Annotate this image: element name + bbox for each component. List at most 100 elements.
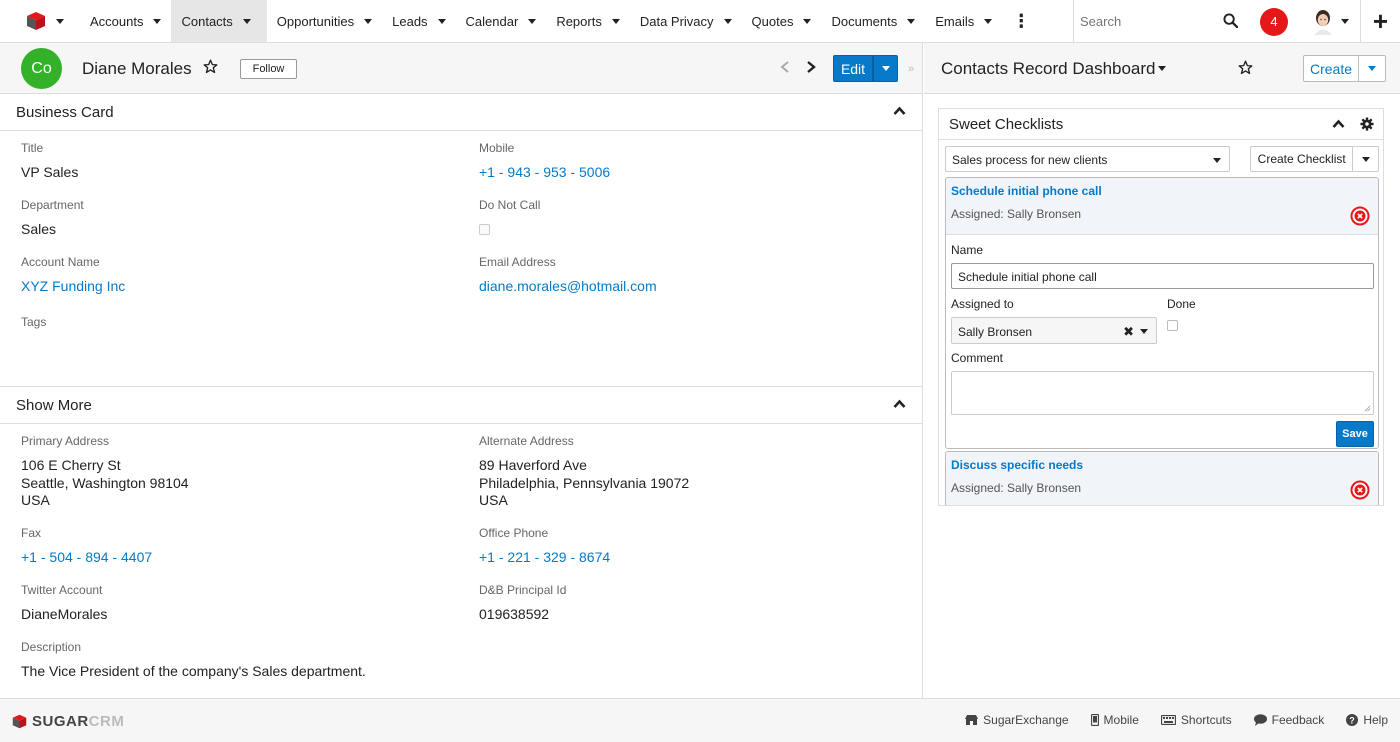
checklist-task: Schedule initial phone call Assigned: Sa… [945,177,1379,449]
create-checklist-button[interactable]: Create Checklist [1251,147,1354,171]
chevron-down-icon [1368,66,1376,71]
search-input[interactable] [1074,0,1214,43]
feedback-link[interactable]: Feedback [1253,713,1324,727]
collapse-chevron-icon[interactable] [893,399,906,409]
checklist-task: Discuss specific needs Assigned: Sally B… [945,451,1379,505]
create-dropdown[interactable] [1359,55,1386,82]
notifications-button[interactable]: 4 [1248,0,1300,43]
do-not-call-checkbox[interactable] [479,224,490,235]
shortcuts-link[interactable]: Shortcuts [1160,713,1232,727]
checklist-select[interactable]: Sales process for new clients [945,146,1230,172]
save-button[interactable]: Save [1336,421,1374,447]
sugarexchange-link[interactable]: SugarExchange [965,713,1069,727]
chevron-down-icon[interactable] [153,18,162,24]
notification-count-badge: 4 [1260,7,1288,36]
chevron-down-icon[interactable] [803,18,812,24]
nav-calendar[interactable]: Calendar [456,0,547,42]
chevron-down-icon[interactable] [364,18,373,24]
help-link[interactable]: ? Help [1346,713,1388,727]
previous-record-icon[interactable] [779,60,791,74]
gear-icon[interactable] [1360,117,1374,131]
nav-leads[interactable]: Leads [382,0,455,42]
nav-reports[interactable]: Reports [546,0,630,42]
global-search [1073,0,1248,43]
business-card-panel-header[interactable]: Business Card [0,94,922,131]
field-fax: Fax +1 - 504 - 894 - 4407 [21,526,153,566]
chevron-down-icon[interactable] [723,18,732,24]
resize-handle-icon[interactable] [1364,405,1371,412]
done-label: Done [1167,297,1196,311]
sweet-checklists-dashlet: Sweet Checklists Sales process for new c… [938,108,1384,506]
favorite-star-icon[interactable] [1238,60,1253,75]
nav-documents[interactable]: Documents [821,0,925,42]
create-dashboard-button[interactable]: Create [1303,55,1359,82]
nav-opportunities[interactable]: Opportunities [267,0,382,42]
nav-contacts[interactable]: Contacts [171,0,267,42]
field-alternate-address: Alternate Address 89 Haverford Ave Phila… [479,434,690,508]
delete-task-icon[interactable] [1350,206,1370,226]
fax-link[interactable]: +1 - 504 - 894 - 4407 [21,549,152,566]
nav-data-privacy[interactable]: Data Privacy [630,0,742,42]
sidebar-toggle-icon[interactable]: » [908,63,914,75]
keyboard-icon [1160,715,1176,725]
task-name-link[interactable]: Schedule initial phone call [951,184,1102,198]
chevron-down-icon[interactable] [611,18,620,24]
edit-actions-dropdown[interactable] [873,55,898,82]
chevron-down-icon [881,66,890,71]
delete-task-icon[interactable] [1350,480,1370,500]
task-summary[interactable]: Schedule initial phone call Assigned: Sa… [946,178,1378,234]
chevron-down-icon[interactable] [1158,66,1166,71]
mobile-link[interactable]: Mobile [1090,713,1139,727]
sugar-cube-logo-icon [12,714,27,729]
field-tags: Tags [21,315,47,329]
svg-text:?: ? [1350,715,1356,725]
task-summary[interactable]: Discuss specific needs Assigned: Sally B… [946,452,1378,505]
collapse-chevron-icon[interactable] [893,106,906,116]
create-checklist-button-group: Create Checklist [1250,146,1379,172]
favorite-star-icon[interactable] [203,59,218,74]
show-more-panel-header[interactable]: Show More [0,387,922,424]
chevron-down-icon[interactable] [528,18,537,24]
field-primary-address: Primary Address 106 E Cherry St Seattle,… [21,434,189,508]
chevron-down-icon [1341,19,1349,24]
mobile-link[interactable]: +1 - 943 - 953 - 5006 [479,164,610,181]
sugarcrm-logo: SUGARCRM [12,713,124,730]
chevron-down-icon[interactable] [907,18,916,24]
clear-icon[interactable]: ✖ [1123,324,1134,340]
panel-title: Show More [16,397,92,414]
dashboard-title[interactable]: Contacts Record Dashboard [941,59,1156,79]
office-phone-link[interactable]: +1 - 221 - 329 - 8674 [479,549,610,566]
account-link[interactable]: XYZ Funding Inc [21,278,125,295]
field-office-phone: Office Phone +1 - 221 - 329 - 8674 [479,526,611,566]
nav-emails[interactable]: Emails [925,0,1002,42]
sugar-cube-menu[interactable] [0,0,80,42]
follow-button[interactable]: Follow [240,59,297,79]
task-name-link[interactable]: Discuss specific needs [951,458,1083,472]
dashlet-title: Sweet Checklists [949,116,1064,133]
create-checklist-dropdown[interactable] [1353,147,1378,171]
record-body: Business Card Title VP Sales Mobile +1 -… [0,94,923,698]
collapse-chevron-icon[interactable] [1332,119,1345,129]
chevron-down-icon[interactable] [242,18,251,24]
dashboard-header: Contacts Record Dashboard Create [924,43,1400,94]
edit-button[interactable]: Edit [833,55,873,82]
user-menu[interactable] [1300,0,1360,43]
field-description: Description The Vice President of the co… [21,640,366,679]
panel-title: Business Card [16,104,114,121]
done-checkbox[interactable] [1167,320,1178,331]
assigned-to-select[interactable]: Sally Bronsen ✖ [951,317,1157,344]
field-title: Title VP Sales [21,141,79,180]
next-record-icon[interactable] [805,60,817,74]
comment-textarea[interactable] [951,371,1374,415]
search-icon[interactable] [1223,13,1238,28]
chevron-down-icon[interactable] [437,18,446,24]
nav-quotes[interactable]: Quotes [742,0,822,42]
more-menu-icon[interactable]: ⋮ [1002,0,1040,42]
email-link[interactable]: diane.morales@hotmail.com [479,278,657,295]
task-name-input[interactable]: Schedule initial phone call [951,263,1374,289]
quick-create-plus-icon[interactable]: + [1360,0,1400,43]
record-header: Co Diane Morales Follow Edit » [0,43,923,94]
nav-accounts[interactable]: Accounts [80,0,171,42]
edit-button-group: Edit [833,55,898,82]
chevron-down-icon[interactable] [984,18,993,24]
